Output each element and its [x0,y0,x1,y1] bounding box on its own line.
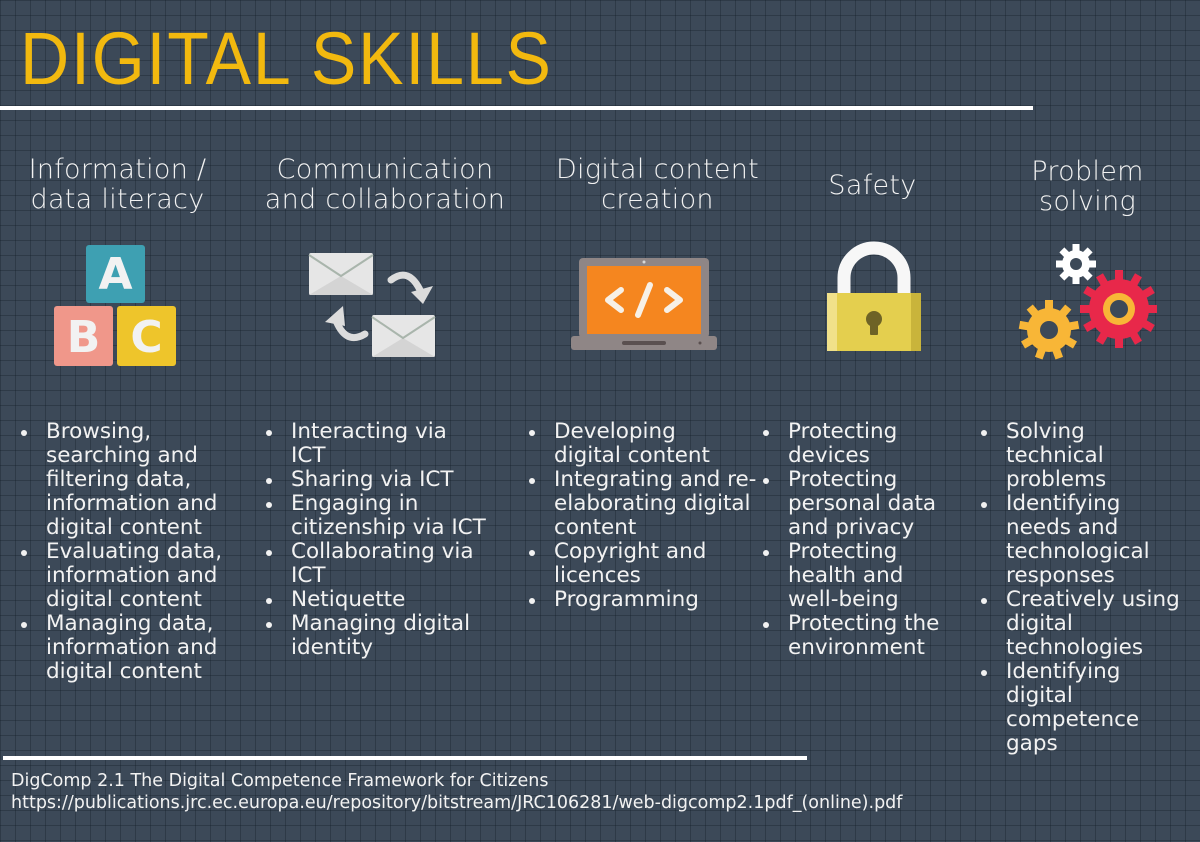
list-item: Collaborating via ICT [263,540,503,588]
area-heading: Safety [790,171,955,201]
heading-line: Information / [28,154,207,185]
heading-line: and collaboration [264,184,506,215]
list-item: Protecting health and well-being [760,540,938,612]
list-item: Creatively using digital technologies [978,588,1186,660]
area-heading: Digital content creation [540,155,775,215]
list-item: Engaging in citizenship via ICT [263,492,491,540]
laptop-code-icon [571,258,717,350]
list-item: Managing digital identity [263,612,503,660]
abc-blocks-icon: A B C [54,245,176,366]
list-item: Managing data, information and digital c… [18,612,248,684]
area-heading: Problem solving [995,157,1180,217]
page-title: DIGITAL SKILLS [20,17,553,100]
list-item: Identifying digital competence gaps [978,660,1146,756]
envelopes-exchange-icon [308,253,436,357]
source-citation: DigComp 2.1 The Digital Competence Frame… [11,770,902,814]
svg-text:A: A [98,249,132,300]
list-item: Interacting via ICT [263,420,466,468]
list-item: Programming [526,588,761,612]
area-heading: Communication and collaboration [250,155,520,215]
svg-text:C: C [130,312,162,363]
list-item: Identifying needs and technological resp… [978,492,1176,588]
heading-line: Digital content [555,154,760,185]
heading-line: data literacy [30,184,205,215]
list-item: Integrating and re-elaborating digital c… [526,468,761,540]
list-item: Evaluating data, information and digital… [18,540,248,612]
list-item: Developing digital content [526,420,739,468]
list-item: Protecting devices [760,420,938,468]
footer-divider [3,756,807,760]
area-heading: Information / data literacy [5,155,230,215]
title-divider [0,106,1033,110]
list-item: Netiquette [263,588,528,612]
gears-icon [1018,244,1157,360]
list-item: Browsing, searching and filtering data, … [18,420,248,540]
heading-line: solving [1039,186,1136,217]
skill-list: Protecting devices Protecting personal d… [760,420,960,660]
heading-line: creation [601,184,714,215]
svg-text:B: B [67,312,101,363]
padlock-icon [827,241,921,351]
citation-url[interactable]: https://publications.jrc.ec.europa.eu/re… [11,792,902,814]
list-item: Solving technical problems [978,420,1136,492]
list-item: Protecting personal data and privacy [760,468,963,540]
heading-line: Problem [1031,156,1144,187]
citation-title: DigComp 2.1 The Digital Competence Frame… [11,771,549,791]
heading-line: Safety [828,170,917,201]
skill-list: Browsing, searching and filtering data, … [18,420,248,684]
list-item: Sharing via ICT [263,468,528,492]
list-item: Copyright and licences [526,540,744,588]
heading-line: Communication [276,154,494,185]
skill-list: Developing digital content Integrating a… [526,420,761,612]
skill-list: Solving technical problems Identifying n… [978,420,1200,756]
skill-list: Interacting via ICT Sharing via ICT Enga… [263,420,528,660]
list-item: Protecting the environment [760,612,973,660]
